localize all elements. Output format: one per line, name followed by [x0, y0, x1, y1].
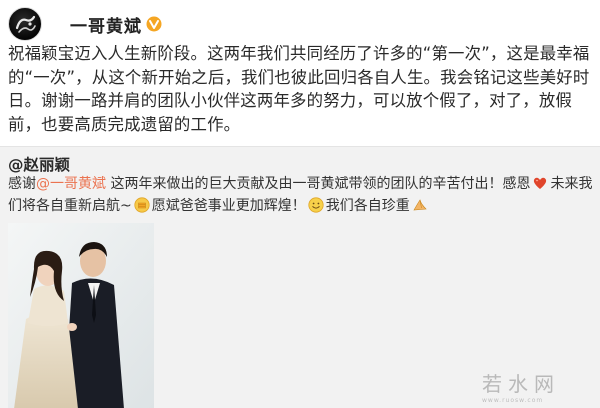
post-author-name[interactable]: 一哥黄斌: [70, 12, 142, 37]
repost-text-segment: 感谢: [8, 176, 36, 192]
couple-photo[interactable]: [8, 223, 154, 408]
heart-icon: [534, 177, 547, 189]
watermark-subtext: www.ruosw.com: [482, 397, 544, 404]
repost-body: 感谢@一哥黄斌 这两年来做出的巨大贡献及由一哥黄斌带领的团队的辛苦付出！感恩 未来…: [8, 173, 596, 217]
username-wrap: 一哥黄斌: [70, 12, 162, 37]
repost-text-segment: 这两年来做出的巨大贡献及由一哥黄斌带领的团队的辛苦付出！感恩: [106, 176, 531, 192]
avatar[interactable]: [8, 7, 42, 41]
smile-icon: [308, 197, 324, 213]
post-header: 一哥黄斌: [8, 6, 592, 42]
repost-text-segment: 愿斌爸爸事业更加辉煌！: [151, 198, 306, 214]
praying-hands-icon: [413, 199, 427, 211]
couple-photo-illustration: [8, 223, 154, 408]
site-watermark: 若水网 www.ruosw.com: [482, 368, 592, 404]
repost-author-name[interactable]: @赵丽颖: [8, 153, 70, 175]
fist-salute-icon: [134, 197, 150, 213]
repost-text-segment: 我们各自珍重: [325, 198, 410, 214]
calligraphy-logo-icon: [15, 15, 36, 33]
repost-card: @赵丽颖 感谢@一哥黄斌 这两年来做出的巨大贡献及由一哥黄斌带领的团队的辛苦付出…: [0, 146, 600, 408]
post-body-text: 祝福颖宝迈入人生新阶段。这两年我们共同经历了许多的“第一次”，这是最幸福的“一次…: [8, 44, 590, 134]
verified-badge-icon: [146, 16, 162, 32]
watermark-text: 若水网: [482, 372, 560, 396]
mention-link[interactable]: @一哥黄斌: [36, 176, 106, 192]
